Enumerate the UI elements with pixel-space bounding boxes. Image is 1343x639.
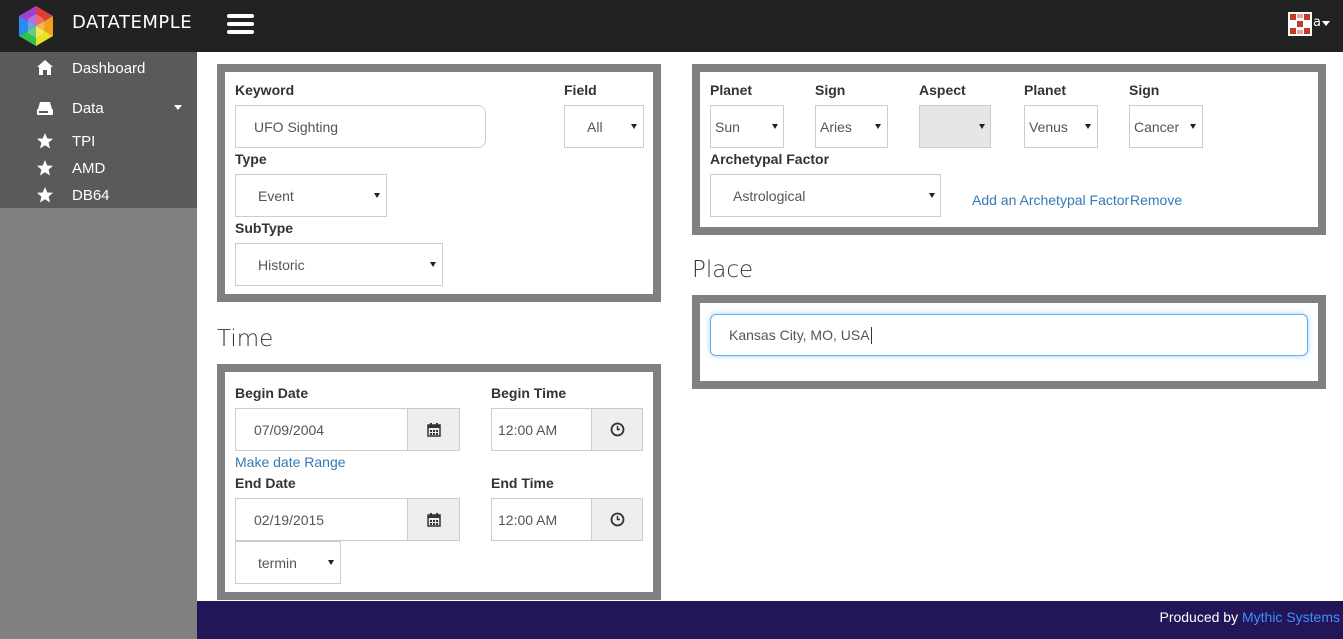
field-select-value: All [587,118,603,135]
end-time-clock-button[interactable] [591,498,643,541]
type-select[interactable]: Event [235,174,387,217]
subtype-label: SubType [235,220,294,236]
time-mode-select[interactable]: termin [235,541,341,584]
star-icon [37,187,53,203]
home-icon [37,60,53,75]
menu-toggle-icon[interactable] [227,12,255,36]
sidebar-item-label: AMD [72,160,106,177]
chevron-down-icon [631,124,637,129]
planet1-select[interactable]: Sun [710,105,784,148]
keyword-label: Keyword [235,82,295,98]
mythic-systems-link[interactable]: Mythic Systems [1242,609,1340,625]
field-label: Field [564,82,597,98]
logo-icon[interactable] [14,4,58,48]
end-date-input[interactable]: 02/19/2015 [235,498,408,541]
planet2-select[interactable]: Venus [1024,105,1098,148]
sidebar-item-amd[interactable]: AMD [0,159,197,179]
sidebar-item-db64[interactable]: DB64 [0,186,197,206]
calendar-icon [426,422,441,437]
text-cursor [870,326,872,344]
begin-date-input[interactable]: 07/09/2004 [235,408,408,451]
footer-produced-by: Produced by [1159,609,1242,625]
sign2-select[interactable]: Cancer [1129,105,1203,148]
add-archetypal-factor-link[interactable]: Add an Archetypal Factor [972,192,1129,208]
make-date-range-link[interactable]: Make date Range [235,454,346,470]
chevron-down-icon [875,124,881,129]
archetypal-factor-select-value: Astrological [733,187,806,204]
footer-credit: Produced by Mythic Systems [1159,609,1340,625]
avatar[interactable] [1288,12,1312,36]
chevron-down-icon [929,193,935,198]
sidebar-item-dashboard[interactable]: Dashboard [0,58,197,82]
end-time-label: End Time [491,475,554,491]
clock-icon [610,512,624,527]
remove-archetypal-factor-link[interactable]: Remove [1130,192,1182,208]
hdd-icon [37,102,53,115]
sidebar-item-tpi[interactable]: TPI [0,132,197,152]
chevron-down-icon [430,262,436,267]
sign2-select-value: Cancer [1134,118,1180,135]
user-menu-caret-icon[interactable] [1322,21,1330,26]
time-mode-select-value: termin [258,554,297,571]
chevron-down-icon [1085,124,1091,129]
begin-time-input[interactable]: 12:00 AM [491,408,592,451]
end-date-calendar-button[interactable] [407,498,460,541]
aspect-select[interactable] [919,105,991,148]
brand-name[interactable]: DATATEMPLE [72,12,192,33]
planet2-label: Planet [1024,82,1067,98]
aspect-label: Aspect [919,82,966,98]
place-input[interactable]: Kansas City, MO, USA [710,314,1308,356]
chevron-down-icon [772,124,778,129]
planet1-label: Planet [710,82,753,98]
sign1-select-value: Aries [820,118,852,135]
place-heading: Place [692,257,754,283]
chevron-down-icon [374,193,380,198]
user-initial[interactable]: a [1313,15,1321,30]
type-label: Type [235,151,267,167]
planet1-select-value: Sun [715,118,740,135]
sidebar-item-label: Dashboard [72,60,146,77]
begin-time-clock-button[interactable] [591,408,643,451]
end-date-label: End Date [235,475,296,491]
begin-time-label: Begin Time [491,385,567,401]
sidebar-item-label: Data [72,100,104,117]
end-time-input[interactable]: 12:00 AM [491,498,592,541]
chevron-down-icon [1190,124,1196,129]
chevron-down-icon [979,124,985,129]
planet2-select-value: Venus [1029,118,1068,135]
chevron-down-icon [328,560,334,565]
type-select-value: Event [258,187,294,204]
top-navbar: DATATEMPLE a [0,0,1343,52]
keyword-input[interactable]: UFO Sighting [235,105,486,148]
begin-date-calendar-button[interactable] [407,408,460,451]
time-heading: Time [217,326,274,352]
sidebar: Dashboard Data TPI AMD DB64 [0,52,197,208]
place-input-value: Kansas City, MO, USA [729,327,870,343]
sign1-label: Sign [815,82,846,98]
chevron-down-icon [174,105,182,110]
archetypal-factor-label: Archetypal Factor [710,151,830,167]
sidebar-item-label: DB64 [72,187,110,204]
subtype-select-value: Historic [258,256,305,273]
sign2-label: Sign [1129,82,1160,98]
begin-date-label: Begin Date [235,385,309,401]
subtype-select[interactable]: Historic [235,243,443,286]
field-select[interactable]: All [564,105,644,148]
star-icon [37,160,53,176]
archetypal-factor-select[interactable]: Astrological [710,174,941,217]
calendar-icon [426,512,441,527]
footer: Produced by Mythic Systems [197,601,1343,639]
star-icon [37,133,53,149]
sidebar-item-label: TPI [72,133,96,150]
sign1-select[interactable]: Aries [815,105,888,148]
clock-icon [610,422,624,437]
sidebar-item-data[interactable]: Data [0,98,197,122]
